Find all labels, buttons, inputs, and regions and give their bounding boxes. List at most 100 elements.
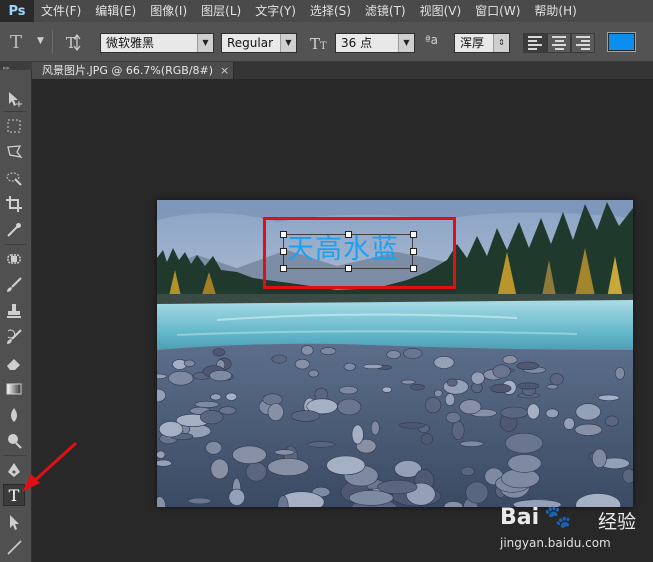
- rock: [326, 455, 366, 476]
- document-tab-bar: 风景图片.JPG @ 66.7%(RGB/8#) ×: [32, 62, 653, 79]
- menu-bar: Ps 文件(F) 编辑(E) 图像(I) 图层(L) 文字(Y) 选择(S) 滤…: [0, 0, 653, 22]
- rock: [219, 406, 237, 415]
- rock: [591, 448, 607, 468]
- crop-tool-icon[interactable]: [3, 193, 25, 215]
- svg-text:T: T: [310, 35, 320, 53]
- menu-help[interactable]: 帮助(H): [527, 0, 583, 22]
- document-tab-title: 风景图片.JPG @ 66.7%(RGB/8#): [42, 64, 214, 77]
- rock: [294, 358, 310, 370]
- chevron-down-icon: ▼: [280, 34, 296, 52]
- rock: [377, 479, 418, 495]
- svg-text:T: T: [320, 41, 327, 52]
- font-size-icon: T T: [309, 32, 331, 54]
- type-tool-preset-icon[interactable]: T: [10, 31, 32, 53]
- menu-view[interactable]: 视图(V): [413, 0, 469, 22]
- rock: [267, 403, 284, 422]
- rock: [459, 440, 484, 447]
- menu-window[interactable]: 窗口(W): [468, 0, 527, 22]
- text-align-group: [523, 33, 595, 53]
- rock: [232, 445, 267, 465]
- rock: [245, 461, 267, 482]
- line-tool-icon[interactable]: [3, 536, 25, 558]
- font-family-select[interactable]: 微软雅黑 ▼: [100, 33, 214, 53]
- rock: [444, 393, 455, 406]
- rock: [307, 441, 336, 448]
- align-center-button[interactable]: [547, 33, 571, 53]
- type-tool-icon[interactable]: T: [3, 484, 25, 506]
- rock: [337, 398, 362, 416]
- text-color-swatch[interactable]: [607, 32, 636, 52]
- rock: [470, 371, 485, 385]
- rock: [157, 459, 172, 467]
- document-tab[interactable]: 风景图片.JPG @ 66.7%(RGB/8#): [32, 62, 234, 79]
- rock: [274, 449, 295, 456]
- rock: [445, 411, 461, 424]
- rock: [446, 378, 458, 387]
- rock: [157, 450, 166, 459]
- rock: [401, 379, 416, 385]
- divider: [4, 244, 26, 245]
- marquee-tool-icon[interactable]: [3, 115, 25, 137]
- chevron-down-icon[interactable]: ▼: [37, 36, 45, 46]
- quick-selection-tool-icon[interactable]: [3, 167, 25, 189]
- history-brush-tool-icon[interactable]: [3, 326, 25, 348]
- rock: [370, 420, 380, 436]
- menu-image[interactable]: 图像(I): [143, 0, 194, 22]
- paw-icon: 🐾: [544, 505, 572, 530]
- rock: [605, 415, 619, 427]
- align-right-button[interactable]: [571, 33, 595, 53]
- menu-filter[interactable]: 滤镜(T): [358, 0, 413, 22]
- rock: [343, 362, 356, 371]
- rock: [516, 361, 540, 370]
- stepper-icon: ⇕: [493, 34, 509, 52]
- rock: [409, 384, 425, 391]
- brush-tool-icon[interactable]: [3, 274, 25, 296]
- rock: [492, 364, 511, 379]
- menu-file[interactable]: 文件(F): [34, 0, 88, 22]
- rock: [614, 367, 625, 380]
- font-style-select[interactable]: Regular ▼: [221, 33, 297, 53]
- healing-brush-tool-icon[interactable]: [3, 248, 25, 270]
- close-icon[interactable]: ×: [220, 62, 229, 79]
- rock: [545, 408, 559, 419]
- gradient-tool-icon[interactable]: [3, 378, 25, 400]
- rock: [451, 420, 465, 440]
- dodge-tool-icon[interactable]: [3, 430, 25, 452]
- lasso-tool-icon[interactable]: [3, 141, 25, 163]
- rock: [338, 385, 358, 395]
- font-size-value: 36 点: [341, 36, 373, 50]
- menu-edit[interactable]: 编辑(E): [88, 0, 143, 22]
- clone-stamp-tool-icon[interactable]: [3, 300, 25, 322]
- rock: [267, 458, 309, 477]
- menu-type[interactable]: 文字(Y): [248, 0, 303, 22]
- align-left-button[interactable]: [523, 33, 547, 53]
- pen-tool-icon[interactable]: [3, 459, 25, 481]
- rock: [228, 488, 246, 506]
- watermark-brand: Bai: [500, 505, 540, 530]
- path-selection-tool-icon[interactable]: [3, 511, 25, 533]
- blur-tool-icon[interactable]: [3, 404, 25, 426]
- move-tool-icon[interactable]: [3, 88, 25, 110]
- menu-select[interactable]: 选择(S): [303, 0, 358, 22]
- rock: [212, 348, 226, 357]
- font-size-select[interactable]: 36 点 ▼: [335, 33, 415, 53]
- baidu-watermark: Bai 🐾 经验 jingyan.baidu.com: [500, 505, 650, 560]
- collapse-arrows-icon[interactable]: ▸▸: [3, 64, 10, 72]
- font-style-value: Regular: [227, 36, 274, 50]
- rock: [308, 369, 319, 378]
- eraser-tool-icon[interactable]: [3, 352, 25, 374]
- rock: [504, 432, 544, 454]
- panel-grip[interactable]: ▸▸: [0, 62, 32, 72]
- rock: [502, 355, 518, 365]
- rock: [351, 424, 364, 445]
- text-orientation-icon[interactable]: T: [63, 31, 87, 53]
- svg-text:T: T: [66, 34, 76, 52]
- rock: [507, 454, 542, 473]
- antialias-select[interactable]: 浑厚 ⇕: [454, 33, 510, 53]
- antialias-value: 浑厚: [460, 36, 485, 50]
- eyedropper-tool-icon[interactable]: [3, 219, 25, 241]
- menu-layer[interactable]: 图层(L): [194, 0, 248, 22]
- rock: [210, 458, 229, 480]
- divider: [52, 30, 53, 54]
- rock: [291, 410, 321, 422]
